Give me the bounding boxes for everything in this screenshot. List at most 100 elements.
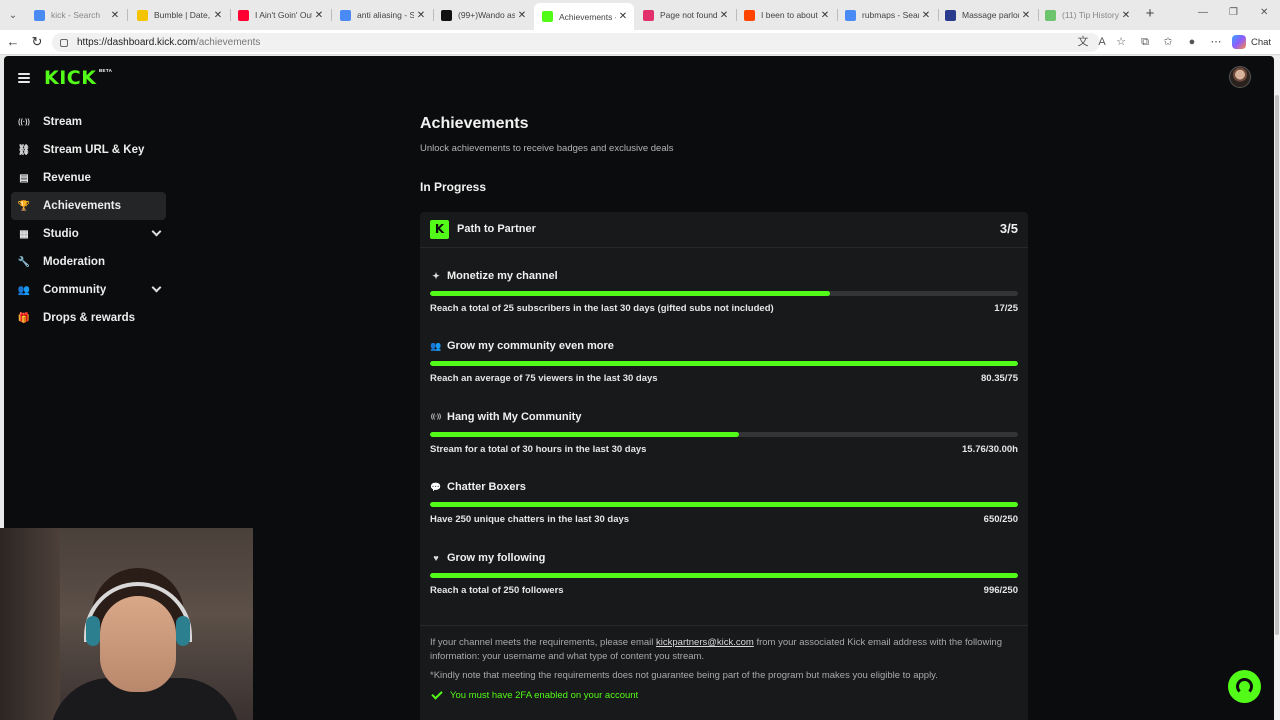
restore-icon[interactable]: ❐ bbox=[1229, 7, 1238, 18]
chevron-down-icon[interactable] bbox=[151, 226, 162, 237]
achievement-progress-value: 15.76/30.00h bbox=[962, 444, 1018, 455]
browser-tab[interactable]: I Ain't Goin' Out L✕ bbox=[230, 4, 330, 26]
browser-tab[interactable]: Page not found - ✕ bbox=[635, 4, 735, 26]
achievement-title: Hang with My Community bbox=[447, 411, 582, 423]
path-to-partner-card: K Path to Partner 3/5 ✦ Monetize my chann… bbox=[420, 212, 1028, 720]
new-tab-button[interactable]: + bbox=[1142, 6, 1158, 22]
close-tab-icon[interactable]: ✕ bbox=[1019, 10, 1033, 21]
webcam-background bbox=[0, 528, 60, 720]
close-tab-icon[interactable]: ✕ bbox=[414, 10, 428, 21]
progress-fill bbox=[430, 361, 1018, 366]
close-window-icon[interactable]: ✕ bbox=[1260, 7, 1268, 18]
studio-icon: ▦ bbox=[19, 228, 29, 240]
sidebar-item-moderation[interactable]: 🔧 Moderation bbox=[11, 248, 166, 276]
close-tab-icon[interactable]: ✕ bbox=[616, 11, 630, 22]
achievement-count: 3/5 bbox=[999, 221, 1018, 236]
kick-logo[interactable]: KICK bbox=[44, 67, 96, 89]
sidebar-item-label: Studio bbox=[43, 228, 79, 240]
close-tab-icon[interactable]: ✕ bbox=[312, 10, 326, 21]
instagram-icon bbox=[643, 9, 654, 21]
browser-tab[interactable]: Bumble | Date, Ch✕ bbox=[129, 4, 229, 26]
search-icon bbox=[340, 9, 351, 21]
requirement-item: You must have 2FA enabled on your accoun… bbox=[430, 688, 638, 701]
browser-tab[interactable]: Massage parlor re✕ bbox=[937, 4, 1037, 26]
sidebar-item-stream-url-key[interactable]: ⛓ Stream URL & Key bbox=[11, 136, 166, 164]
avatar[interactable] bbox=[1229, 66, 1251, 88]
browser-tab[interactable]: (99+)Wando asce✕ bbox=[433, 4, 533, 26]
close-tab-icon[interactable]: ✕ bbox=[211, 10, 225, 21]
read-aloud-icon[interactable]: A bbox=[1095, 35, 1109, 49]
tab-title: (11) Tip History / bbox=[1062, 10, 1119, 20]
tab-title: anti aliasing - Sea bbox=[357, 10, 414, 20]
minimize-icon[interactable]: — bbox=[1198, 7, 1208, 18]
achievement-description: Reach an average of 75 viewers in the la… bbox=[430, 373, 658, 384]
browser-tab[interactable]: (11) Tip History / ✕ bbox=[1037, 4, 1137, 26]
sidebar-item-label: Stream URL & Key bbox=[43, 144, 145, 156]
close-tab-icon[interactable]: ✕ bbox=[1119, 10, 1133, 21]
progress-fill bbox=[430, 291, 830, 296]
site-info-icon[interactable] bbox=[60, 38, 68, 47]
sidebar-item-label: Community bbox=[43, 284, 107, 296]
close-tab-icon[interactable]: ✕ bbox=[108, 10, 122, 21]
partner-email-link[interactable]: kickpartners@kick.com bbox=[656, 637, 754, 648]
headset-icon bbox=[1236, 678, 1253, 695]
chevron-down-icon[interactable] bbox=[151, 282, 162, 293]
sidebar-item-community[interactable]: 👥 Community bbox=[11, 276, 166, 304]
more-menu-icon[interactable]: ⋯ bbox=[1209, 35, 1223, 49]
favorite-star-icon[interactable]: ☆ bbox=[1114, 35, 1128, 49]
hamburger-menu-icon[interactable] bbox=[18, 73, 30, 83]
sidebar-item-studio[interactable]: ▦ Studio bbox=[11, 220, 166, 248]
tab-title: rubmaps - Search bbox=[862, 10, 919, 20]
browser-tab[interactable]: Achievements - K✕ bbox=[534, 3, 634, 30]
close-tab-icon[interactable]: ✕ bbox=[818, 10, 832, 21]
apply-note: If your channel meets the requirements, … bbox=[430, 636, 1005, 664]
webcam-headphone-left bbox=[86, 616, 100, 646]
refresh-button[interactable]: ↻ bbox=[29, 34, 45, 50]
close-tab-icon[interactable]: ✕ bbox=[515, 10, 529, 21]
browser-tab-bar: ⌄ kick - Search✕Bumble | Date, Ch✕I Ain'… bbox=[0, 0, 1280, 30]
tab-title: (99+)Wando asce bbox=[458, 10, 515, 20]
achievement-progress-value: 996/250 bbox=[983, 585, 1018, 596]
tab-actions-menu-icon[interactable]: ⌄ bbox=[4, 6, 22, 24]
favorites-icon[interactable]: ✩ bbox=[1161, 35, 1175, 49]
close-tab-icon[interactable]: ✕ bbox=[717, 10, 731, 21]
copilot-chat-button[interactable]: Chat bbox=[1232, 35, 1271, 49]
achievement-title: Monetize my channel bbox=[447, 270, 558, 282]
back-button[interactable]: ← bbox=[5, 34, 21, 50]
search-icon bbox=[34, 9, 45, 21]
browser-tab[interactable]: kick - Search ✕ bbox=[26, 4, 126, 26]
achievement-item: 👥 Grow my community even more Reach an ave… bbox=[430, 340, 1018, 410]
browser-tab[interactable]: anti aliasing - Sea✕ bbox=[332, 4, 432, 26]
sidebar-item-label: Moderation bbox=[43, 256, 105, 268]
sidebar-item-label: Achievements bbox=[43, 200, 121, 212]
achievement-progress-value: 650/250 bbox=[983, 514, 1018, 525]
sidebar-item-revenue[interactable]: ▤ Revenue bbox=[11, 164, 166, 192]
trophy-icon: 🏆 bbox=[17, 200, 31, 212]
progress-bar bbox=[430, 291, 1018, 296]
news-icon bbox=[945, 9, 956, 21]
reddit-icon bbox=[744, 9, 755, 21]
extensions-icon[interactable]: ⧉ bbox=[1138, 35, 1152, 49]
close-tab-icon[interactable]: ✕ bbox=[919, 10, 933, 21]
tab-title: I been to about 2 bbox=[761, 10, 818, 20]
address-bar[interactable]: https://dashboard.kick.com/achievements bbox=[52, 33, 1100, 52]
wrench-icon: 🔧 bbox=[17, 256, 31, 268]
sidebar-item-stream[interactable]: ((·)) Stream bbox=[11, 108, 166, 136]
tab-title: Massage parlor re bbox=[962, 10, 1019, 20]
support-chat-button[interactable] bbox=[1228, 670, 1261, 703]
chat-bubble-icon: 💬 bbox=[430, 481, 442, 492]
translate-icon[interactable]: 文 bbox=[1076, 35, 1090, 49]
chart-icon: ▤ bbox=[19, 172, 29, 184]
browser-tab[interactable]: I been to about 2✕ bbox=[736, 4, 836, 26]
webcam-overlay bbox=[0, 528, 253, 720]
sidebar: ((·)) Stream ⛓ Stream URL & Key ▤ Revenue 🏆 Ach… bbox=[11, 108, 166, 332]
disclaimer-note: *Kindly note that meeting the requiremen… bbox=[430, 670, 938, 681]
profile-icon[interactable]: ● bbox=[1185, 35, 1199, 49]
sidebar-item-achievements[interactable]: 🏆 Achievements bbox=[11, 192, 166, 220]
broadcast-icon: ((·)) bbox=[431, 414, 441, 420]
browser-tab[interactable]: rubmaps - Search✕ bbox=[837, 4, 937, 26]
divider bbox=[420, 625, 1028, 626]
achievement-description: Reach a total of 250 followers bbox=[430, 585, 564, 596]
sidebar-item-drops-rewards[interactable]: 🎁 Drops & rewards bbox=[11, 304, 166, 332]
scrollbar-thumb[interactable] bbox=[1275, 95, 1279, 635]
